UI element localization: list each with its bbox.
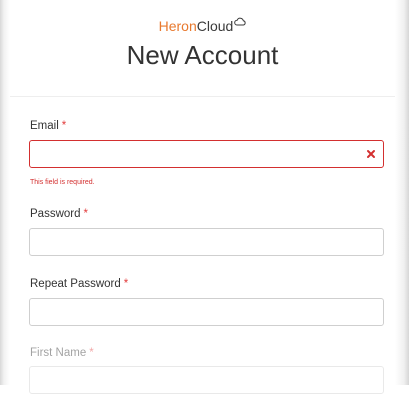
page-shadow-left	[0, 0, 10, 385]
first-name-field[interactable]	[29, 366, 384, 394]
first-name-input[interactable]	[30, 367, 366, 393]
repeat-password-label-text: Repeat Password	[30, 278, 121, 290]
password-field[interactable]	[29, 228, 384, 256]
required-marker: *	[83, 208, 88, 220]
brand-name-part2: Cloud	[196, 18, 234, 34]
close-icon[interactable]	[365, 148, 377, 160]
email-label-text: Email	[30, 120, 59, 132]
email-error-message: This field is required.	[30, 179, 95, 186]
brand-name-part1: Heron	[158, 18, 197, 34]
repeat-password-label: Repeat Password *	[30, 277, 128, 291]
first-name-label: First Name *	[30, 346, 94, 360]
required-marker: *	[89, 347, 94, 359]
first-name-label-text: First Name	[30, 347, 87, 359]
required-marker: *	[61, 120, 67, 132]
password-label-text: Password	[30, 208, 81, 220]
brand-logo: HeronCloud	[10, 17, 395, 34]
signup-card: HeronCloud New Account Email * This field…	[10, 0, 395, 394]
page-shadow-right	[395, 0, 409, 385]
email-label: Email *	[30, 119, 66, 133]
repeat-password-field[interactable]	[29, 298, 384, 326]
password-label: Password *	[30, 207, 88, 221]
repeat-password-input[interactable]	[30, 299, 366, 325]
required-marker: *	[123, 278, 129, 290]
email-input[interactable]	[30, 141, 366, 167]
cloud-icon	[234, 17, 246, 26]
password-input[interactable]	[30, 229, 366, 255]
email-field[interactable]	[29, 140, 384, 168]
divider	[10, 96, 395, 97]
page-title: New Account	[126, 40, 279, 70]
